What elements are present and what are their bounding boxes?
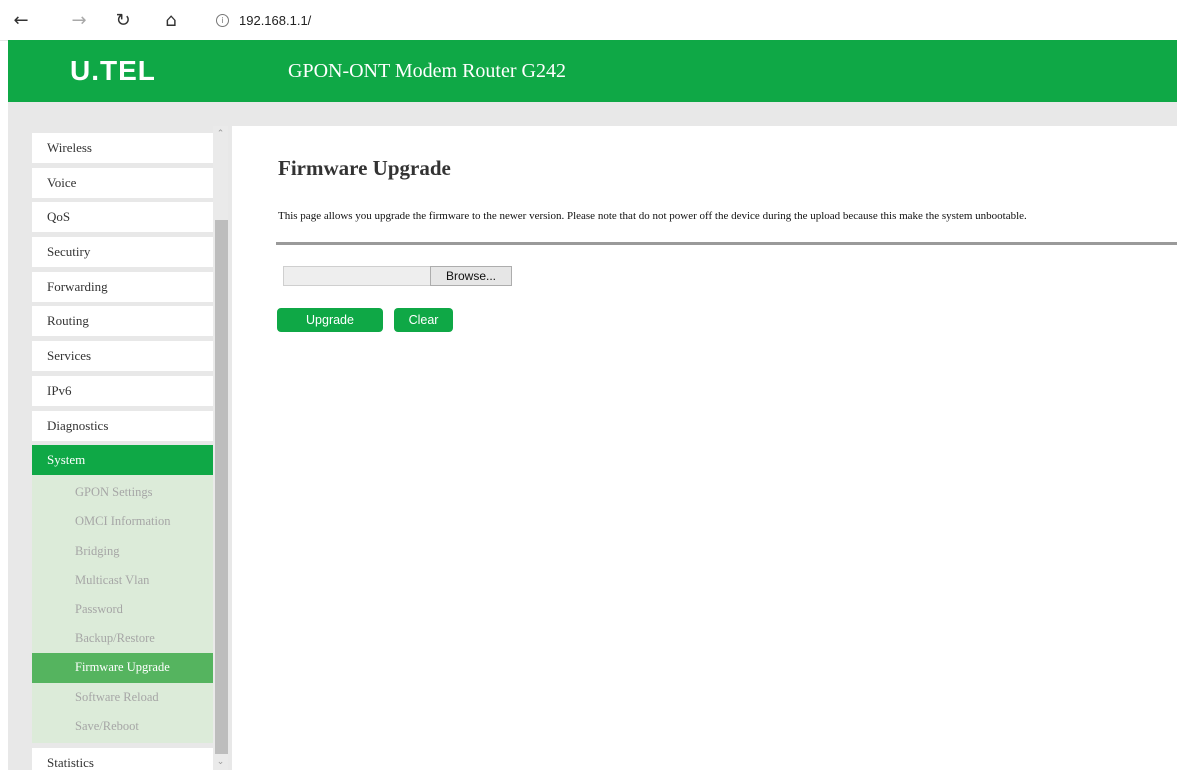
sidebar-menu: Wireless Voice QoS Secutiry Forwarding R… <box>32 133 213 770</box>
submenu-item-backup-restore[interactable]: Backup/Restore <box>32 624 213 653</box>
back-button[interactable]: ← <box>8 7 34 33</box>
sidebar-item-statistics[interactable]: Statistics <box>32 747 213 770</box>
scroll-up-icon[interactable]: ⌃ <box>213 128 228 140</box>
forward-button[interactable]: → <box>66 7 92 33</box>
info-icon[interactable]: i <box>216 13 229 27</box>
sidebar-item-wireless[interactable]: Wireless <box>32 133 213 163</box>
sidebar-item-voice[interactable]: Voice <box>32 167 213 198</box>
page-description: This page allows you upgrade the firmwar… <box>278 210 1027 222</box>
system-submenu: GPON Settings OMCI Information Bridging … <box>32 475 213 743</box>
submenu-item-firmware-upgrade[interactable]: Firmware Upgrade <box>32 653 213 683</box>
sidebar-item-qos[interactable]: QoS <box>32 202 213 233</box>
submenu-item-multicast-vlan[interactable]: Multicast Vlan <box>32 566 213 595</box>
sidebar-item-forwarding[interactable]: Forwarding <box>32 271 213 302</box>
sidebar-item-system[interactable]: System <box>32 445 213 476</box>
sidebar: Wireless Voice QoS Secutiry Forwarding R… <box>8 126 232 770</box>
upgrade-button[interactable]: Upgrade <box>277 308 383 332</box>
sidebar-item-routing[interactable]: Routing <box>32 306 213 337</box>
submenu-item-gpon-settings[interactable]: GPON Settings <box>32 478 213 507</box>
scroll-down-icon[interactable]: ⌄ <box>213 756 228 768</box>
address-bar[interactable]: i 192.168.1.1/ <box>216 8 311 32</box>
divider <box>276 242 1177 245</box>
header-strip <box>8 102 1177 126</box>
submenu-item-bridging[interactable]: Bridging <box>32 537 213 566</box>
main-content: Firmware Upgrade This page allows you up… <box>232 126 1177 770</box>
firmware-file-input[interactable]: Browse... <box>283 266 512 286</box>
address-url[interactable]: 192.168.1.1/ <box>239 13 311 28</box>
home-icon: ⌂ <box>165 9 177 31</box>
logo-text: U.TEL <box>70 55 156 86</box>
submenu-item-software-reload[interactable]: Software Reload <box>32 683 213 712</box>
page-title: Firmware Upgrade <box>278 156 451 180</box>
refresh-button[interactable]: ↻ <box>110 7 136 33</box>
submenu-item-save-reboot[interactable]: Save/Reboot <box>32 712 213 741</box>
submenu-item-password[interactable]: Password <box>32 595 213 624</box>
file-path-field[interactable] <box>283 266 430 286</box>
home-button[interactable]: ⌂ <box>158 7 184 33</box>
sidebar-item-security[interactable]: Secutiry <box>32 237 213 268</box>
sidebar-scroll-thumb[interactable] <box>215 220 228 754</box>
router-header: U.TEL GPON-ONT Modem Router G242 <box>8 40 1177 102</box>
submenu-item-omci-information[interactable]: OMCI Information <box>32 507 213 536</box>
utel-logo: U.TEL <box>70 54 156 88</box>
browser-toolbar: ← → ↻ ⌂ i 192.168.1.1/ <box>0 0 1177 41</box>
arrow-right-icon: → <box>71 9 87 31</box>
sidebar-item-services[interactable]: Services <box>32 341 213 372</box>
header-title: GPON-ONT Modem Router G242 <box>288 60 566 82</box>
refresh-icon: ↻ <box>115 9 131 31</box>
sidebar-item-ipv6[interactable]: IPv6 <box>32 375 213 406</box>
sidebar-item-diagnostics[interactable]: Diagnostics <box>32 410 213 441</box>
arrow-left-icon: ← <box>13 9 29 31</box>
browse-button[interactable]: Browse... <box>430 266 512 286</box>
clear-button[interactable]: Clear <box>394 308 453 332</box>
